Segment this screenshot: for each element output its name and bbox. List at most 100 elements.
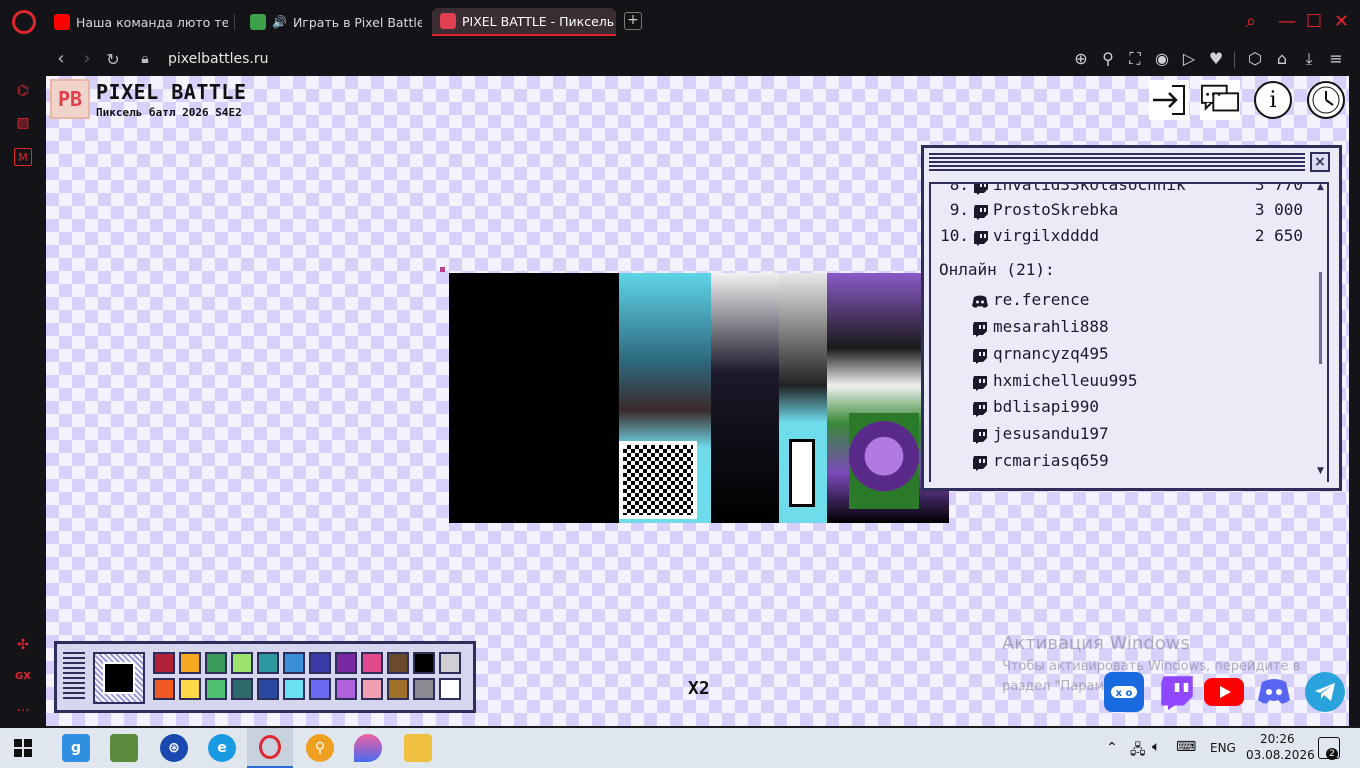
opera-gx-taskbar-active[interactable] [247,728,293,768]
color-swatch[interactable] [309,652,331,674]
discord-icon[interactable] [1254,672,1294,712]
gx-corner-icon[interactable]: ▧ [14,114,32,132]
back-button[interactable]: ‹ [50,48,72,69]
color-swatch[interactable] [205,678,227,700]
gamebar-app-icon[interactable]: g [62,734,90,762]
color-swatch[interactable] [257,678,279,700]
search-tabs-icon[interactable]: ⌕ [1246,12,1256,32]
twitch-icon [973,322,987,337]
extensions-icon[interactable]: ⬡ [1245,49,1265,68]
opera-logo-icon[interactable] [12,10,36,34]
network-app-icon[interactable]: ⊛ [160,734,188,762]
color-swatch[interactable] [439,652,461,674]
forward-button[interactable]: › [76,48,98,69]
scroll-up-icon[interactable]: ▲ [1317,182,1324,192]
send-icon[interactable]: ▷ [1179,49,1199,68]
rank-username[interactable]: invalid33kolasochnik [993,184,1186,194]
keyboard-icon[interactable]: ⌨ [1176,739,1196,755]
info-button[interactable]: i [1254,81,1292,119]
telegram-icon[interactable] [1305,672,1345,712]
clock-time[interactable]: 20:26 [1260,732,1295,746]
maximize-button[interactable]: ☐ [1306,12,1322,32]
heart-icon[interactable]: ♥ [1206,49,1226,68]
tab-3-active[interactable]: PIXEL BATTLE - Пиксель б [432,8,616,36]
download-icon[interactable]: ⤓ [1299,49,1319,69]
color-swatch[interactable] [153,652,175,674]
reload-icon[interactable]: ↻ [102,50,124,69]
color-swatch[interactable] [179,652,201,674]
close-window-button[interactable]: ✕ [1334,12,1349,32]
panel-close-button[interactable]: × [1310,152,1330,172]
menu-icon[interactable]: ≡ [1326,49,1346,68]
rank-username[interactable]: virgilxdddd [993,226,1099,245]
color-swatch[interactable] [231,652,253,674]
pocket-icon[interactable]: ◉ [1152,49,1172,68]
palette-drag-handle[interactable] [63,652,85,702]
more-icon[interactable]: ... [14,698,32,716]
color-swatch[interactable] [361,652,383,674]
game-favicon-icon [250,14,266,30]
xo-icon[interactable]: x o [1104,672,1144,712]
login-button[interactable] [1149,80,1189,120]
drop-app-icon[interactable] [354,734,382,762]
file-explorer-icon[interactable] [404,734,432,762]
youtube-icon[interactable] [1204,672,1244,712]
color-swatch[interactable] [413,678,435,700]
windows-start-icon[interactable] [14,739,32,761]
twitch-icon[interactable] [1157,672,1197,712]
pin-icon[interactable]: ⚲ [1098,49,1118,68]
online-username: rcmariasq659 [993,451,1109,470]
page-scrollbar[interactable] [1349,76,1360,726]
color-swatch[interactable] [335,652,357,674]
color-swatch[interactable] [283,652,305,674]
color-swatch[interactable] [283,678,305,700]
pixel-canvas[interactable] [449,273,949,523]
tab-1[interactable]: Наша команда люто терпи [46,8,228,36]
color-swatch[interactable] [179,678,201,700]
address-bar: ‹ › ↻ 🔒︎ pixelbattles.ru ⊕ ⚲ ⛶ ◉ ▷ ♥ ⬡ ⌂… [0,44,1360,76]
gx-control-icon[interactable]: ⌬ [14,82,32,100]
color-swatch[interactable] [205,652,227,674]
network-icon[interactable]: 🖧︎ [1130,739,1146,763]
messenger-icon[interactable]: M [14,148,32,166]
panel-titlebar[interactable] [929,153,1305,171]
scroll-down-icon[interactable]: ▼ [1317,466,1324,476]
color-swatch[interactable] [413,652,435,674]
color-swatch[interactable] [361,678,383,700]
online-username: qrnancyzq495 [993,344,1109,363]
volume-icon[interactable]: 🔈︎ [1152,739,1160,755]
site-logo[interactable]: PB [50,79,90,119]
new-tab-button[interactable]: + [624,12,642,30]
scroll-thumb[interactable] [1319,272,1322,364]
minimize-button[interactable]: — [1278,12,1296,32]
zoom-icon[interactable]: ⊕ [1071,49,1091,68]
color-swatch[interactable] [257,652,279,674]
color-swatch[interactable] [335,678,357,700]
language-indicator[interactable]: ENG [1210,741,1236,755]
chat-button[interactable] [1200,80,1240,120]
clock-date[interactable]: 03.08.2026 [1246,748,1315,762]
edge-app-icon[interactable]: e [208,734,236,762]
search-app-icon[interactable]: ⚲ [306,734,334,762]
color-swatch[interactable] [439,678,461,700]
color-swatch[interactable] [231,678,253,700]
clock-button[interactable] [1307,81,1345,119]
speaker-icon[interactable]: 🔊 [272,15,287,29]
fan-icon[interactable]: ✣ [14,636,32,654]
url-field[interactable]: pixelbattles.ru [168,51,268,67]
notifications-button[interactable]: 2 [1318,737,1340,760]
wallet-icon[interactable]: ⌂ [1272,49,1292,68]
tab-2[interactable]: 🔊 Играть в Pixel Battle о [242,8,422,36]
snapshot-icon[interactable]: ⛶ [1125,49,1145,69]
online-username: re.ference [993,290,1090,309]
rank-username[interactable]: ProstoSkrebka [993,200,1118,219]
color-swatch[interactable] [387,678,409,700]
tab-title: PIXEL BATTLE - Пиксель б [462,13,616,29]
color-swatch[interactable] [153,678,175,700]
minecraft-app-icon[interactable] [110,734,138,762]
color-swatch[interactable] [309,678,331,700]
color-swatch[interactable] [387,652,409,674]
tray-chevron-icon[interactable]: ⌃ [1106,740,1118,756]
panel-scrollbar[interactable]: ▲ ▼ [1316,182,1326,482]
gx-label[interactable]: GX [14,668,32,686]
